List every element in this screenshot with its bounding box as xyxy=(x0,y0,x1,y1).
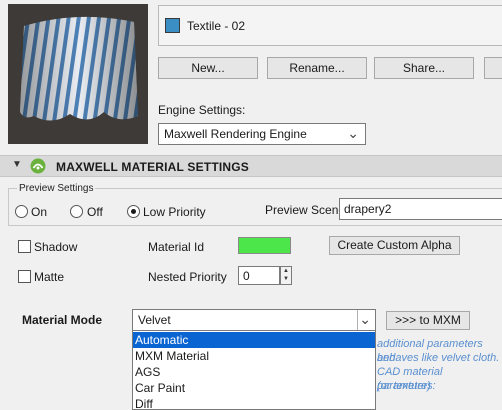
stepper-up-icon[interactable]: ▲ xyxy=(283,268,289,274)
collapse-arrow-icon[interactable]: ▼ xyxy=(12,159,22,170)
nested-priority-input[interactable]: 0 xyxy=(238,266,280,285)
nested-priority-value: 0 xyxy=(243,269,250,283)
preview-low-priority-label: Low Priority xyxy=(143,205,206,219)
dropdown-option-car-paint[interactable]: Car Paint xyxy=(133,380,375,396)
material-preview xyxy=(8,4,148,144)
maxwell-settings-header[interactable]: ▼ MAXWELL MATERIAL SETTINGS xyxy=(0,155,502,177)
dropdown-option-mxm-material[interactable]: MXM Material xyxy=(133,348,375,364)
material-name-field[interactable]: Textile - 02 xyxy=(158,5,502,46)
preview-scene-label: Preview Scene xyxy=(265,203,346,217)
preview-off-label: Off xyxy=(87,205,103,219)
matte-label: Matte xyxy=(34,270,65,284)
create-custom-alpha-button[interactable]: Create Custom Alpha xyxy=(329,236,460,255)
shadow-checkbox[interactable] xyxy=(18,240,31,253)
chevron-down-icon: ⌄ xyxy=(359,311,371,327)
nested-priority-label: Nested Priority xyxy=(148,270,227,284)
material-mode-label: Material Mode xyxy=(22,313,103,327)
preview-low-priority-radio[interactable] xyxy=(127,205,140,218)
material-id-label: Material Id xyxy=(148,240,205,254)
material-color-swatch[interactable] xyxy=(165,18,180,33)
more-button[interactable] xyxy=(484,57,502,79)
section-title: MAXWELL MATERIAL SETTINGS xyxy=(56,160,249,174)
preview-on-radio[interactable] xyxy=(15,205,28,218)
new-button[interactable]: New... xyxy=(158,57,258,79)
dropdown-option-automatic[interactable]: Automatic xyxy=(133,332,375,348)
note-line-4: (or texture) xyxy=(377,380,431,392)
rename-button[interactable]: Rename... xyxy=(267,57,367,79)
engine-settings-label: Engine Settings: xyxy=(158,103,246,117)
material-id-color[interactable] xyxy=(238,237,291,254)
dropdown-option-diff[interactable]: Diff xyxy=(133,396,375,409)
material-mode-select[interactable]: Velvet ⌄ xyxy=(132,309,376,331)
material-mode-value: Velvet xyxy=(138,313,171,327)
preview-off-radio[interactable] xyxy=(70,205,83,218)
preview-on-label: On xyxy=(31,205,48,219)
maxwell-logo-icon xyxy=(30,158,46,174)
chevron-down-icon: ⌄ xyxy=(347,125,359,141)
preview-scene-value: drapery2 xyxy=(344,202,392,216)
note-line-2: behaves like velvet cloth. xyxy=(377,352,500,364)
material-name: Textile - 02 xyxy=(187,19,246,33)
shadow-label: Shadow xyxy=(34,240,78,254)
dropdown-option-ags[interactable]: AGS xyxy=(133,364,375,380)
engine-select-value: Maxwell Rendering Engine xyxy=(164,127,307,141)
nested-priority-stepper[interactable]: ▲ ▼ xyxy=(280,266,292,285)
preview-scene-input[interactable]: drapery2 xyxy=(339,198,502,220)
to-mxm-button[interactable]: >>> to MXM xyxy=(386,311,470,330)
engine-select[interactable]: Maxwell Rendering Engine ⌄ xyxy=(158,123,366,145)
matte-checkbox[interactable] xyxy=(18,270,31,283)
preview-settings-label: Preview Settings xyxy=(17,183,96,194)
share-button[interactable]: Share... xyxy=(374,57,474,79)
material-mode-dropdown[interactable]: Automatic MXM Material AGS Car Paint Dif… xyxy=(132,330,376,410)
stepper-down-icon[interactable]: ▼ xyxy=(283,276,289,282)
